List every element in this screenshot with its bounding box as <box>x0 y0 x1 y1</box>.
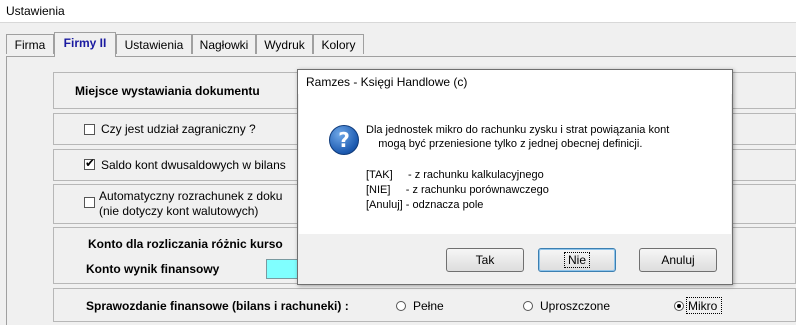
report-micro-radio[interactable] <box>674 301 684 311</box>
dialog-option-nie: [NIE] - z rachunku porównawczego <box>366 184 549 196</box>
report-micro-label[interactable]: Mikro <box>688 299 717 313</box>
window-title-bar: Ustawienia <box>0 0 796 23</box>
yes-button[interactable]: Tak <box>446 248 524 272</box>
report-simplified-radio[interactable] <box>523 301 533 311</box>
no-button[interactable]: Nie <box>538 248 616 272</box>
tab-firmy-ii[interactable]: Firmy II <box>54 32 116 57</box>
dialog-body: ? Dla jednostek mikro do rachunku zysku … <box>299 94 731 234</box>
tab-ustawienia[interactable]: Ustawienia <box>116 34 192 54</box>
tab-wydruk[interactable]: Wydruk <box>256 34 313 54</box>
result-account-label: Konto wynik finansowy <box>86 262 220 276</box>
auto-settlement-note: (nie dotyczy kont walutowych) <box>99 204 259 218</box>
report-group: Sprawozdanie finansowe (bilans i rachune… <box>53 288 796 322</box>
report-full-label[interactable]: Pełne <box>413 299 444 313</box>
foreign-share-label: Czy jest udział zagraniczny ? <box>101 122 256 136</box>
dialog-message-line2: mogą być przeniesione tylko z jednej obe… <box>366 138 643 150</box>
dialog-option-anuluj: [Anuluj] - odznacza pole <box>366 199 484 211</box>
confirm-dialog: Ramzes - Księgi Handlowe (c) ? Dla jedno… <box>297 69 733 285</box>
cancel-button[interactable]: Anuluj <box>639 248 717 272</box>
question-icon: ? <box>329 125 359 155</box>
report-full-radio[interactable] <box>396 301 406 311</box>
cancel-button-label: Anuluj <box>661 253 695 267</box>
report-label: Sprawozdanie finansowe (bilans i rachune… <box>86 299 349 313</box>
dialog-message-line1: Dla jednostek mikro do rachunku zysku i … <box>366 124 670 136</box>
no-button-label: Nie <box>563 252 590 268</box>
foreign-share-checkbox[interactable] <box>84 124 95 135</box>
tab-firma[interactable]: Firma <box>6 34 54 54</box>
dual-balance-label: Saldo kont dwusaldowych w bilans <box>101 158 286 172</box>
dual-balance-checkbox[interactable] <box>84 156 95 170</box>
auto-settlement-label: Automatyczny rozrachunek z doku <box>99 189 283 203</box>
place-header: Miejsce wystawiania dokumentu <box>75 84 260 98</box>
fx-account-label: Konto dla rozliczania różnic kurso <box>88 237 283 251</box>
window-title: Ustawienia <box>6 4 65 18</box>
dialog-title: Ramzes - Księgi Handlowe (c) <box>306 75 468 89</box>
tab-strip: Firma Firmy II Ustawienia Nagłowki Wydru… <box>6 32 366 57</box>
tab-kolory[interactable]: Kolory <box>313 34 364 54</box>
dialog-option-tak: [TAK] - z rachunku kalkulacyjnego <box>366 169 544 181</box>
tab-naglowki[interactable]: Nagłowki <box>192 34 256 54</box>
dialog-title-bar: Ramzes - Księgi Handlowe (c) <box>298 70 732 94</box>
yes-button-label: Tak <box>475 253 495 267</box>
auto-settlement-checkbox[interactable] <box>84 197 95 208</box>
report-simplified-label[interactable]: Uproszczone <box>540 299 610 313</box>
